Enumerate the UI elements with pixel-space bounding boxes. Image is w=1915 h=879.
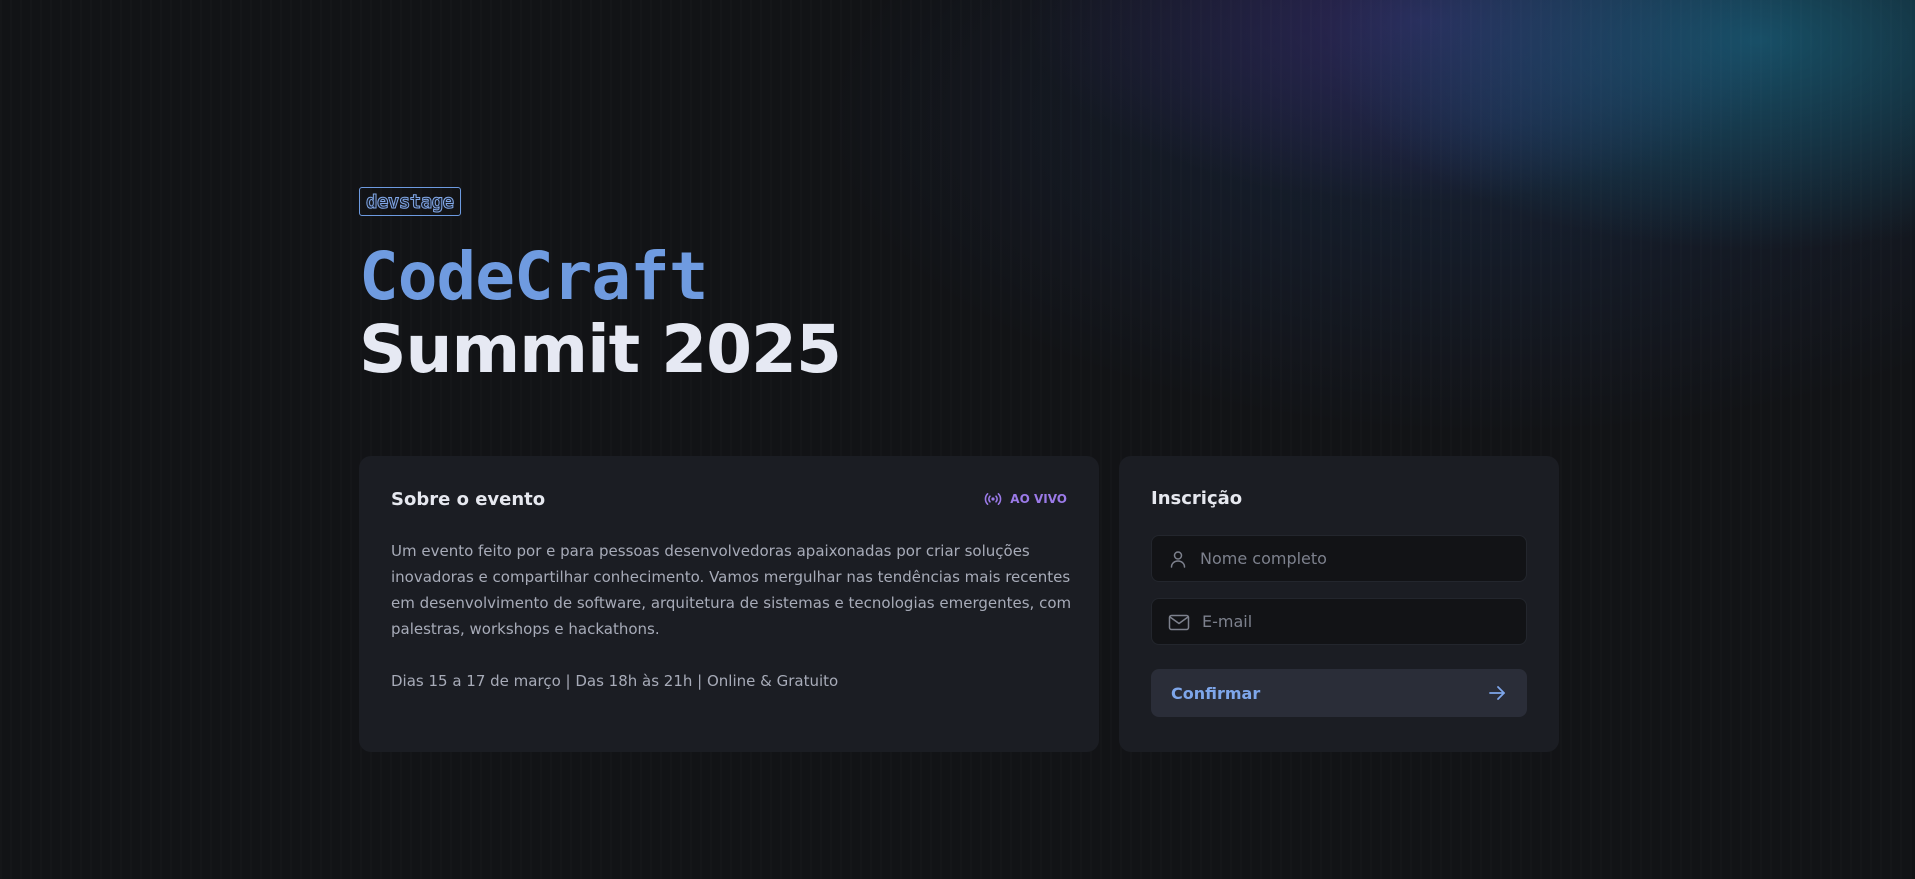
- live-badge: AO VIVO: [984, 492, 1067, 506]
- about-title: Sobre o evento: [391, 488, 546, 510]
- page-content: devstage CodeCraft Summit 2025 Sobre o e…: [359, 0, 1559, 879]
- confirm-button[interactable]: Confirmar: [1151, 669, 1527, 717]
- mail-icon: [1168, 612, 1190, 632]
- title-line-2: Summit 2025: [359, 311, 842, 388]
- signup-card: Inscrição Confirmar: [1119, 456, 1559, 752]
- about-card: Sobre o evento AO VIVO Um evento feito p…: [359, 456, 1099, 752]
- user-icon: [1168, 549, 1188, 569]
- event-description: Um evento feito por e para pessoas desen…: [391, 542, 1072, 638]
- broadcast-icon: [984, 492, 1002, 506]
- about-header: Sobre o evento AO VIVO: [391, 488, 1067, 510]
- live-badge-label: AO VIVO: [1010, 492, 1067, 506]
- signup-title: Inscrição: [1151, 488, 1243, 509]
- name-input[interactable]: [1200, 549, 1526, 568]
- email-input[interactable]: [1202, 612, 1526, 631]
- event-title: CodeCraft Summit 2025: [359, 238, 842, 388]
- email-field: [1151, 598, 1527, 645]
- arrow-right-icon: [1487, 683, 1507, 703]
- devstage-logo: devstage: [359, 187, 461, 216]
- event-schedule: Dias 15 a 17 de março | Das 18h às 21h |…: [391, 672, 839, 690]
- logo-text: devstage: [366, 190, 455, 213]
- confirm-button-label: Confirmar: [1171, 683, 1261, 703]
- title-line-1: CodeCraft: [359, 238, 709, 315]
- name-field: [1151, 535, 1527, 582]
